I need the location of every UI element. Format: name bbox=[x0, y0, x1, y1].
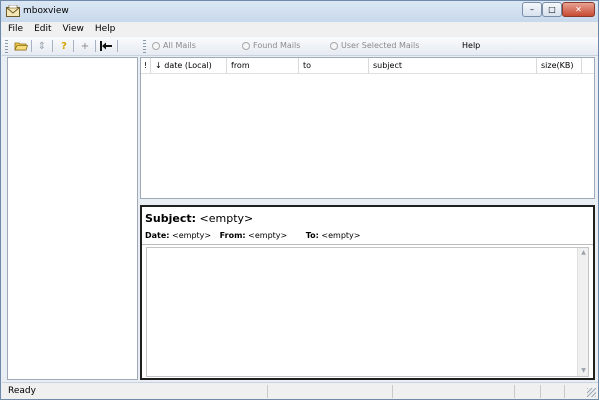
toolbar-grip-icon[interactable] bbox=[143, 40, 146, 53]
vertical-scrollbar[interactable]: ▲ ▼ bbox=[577, 248, 588, 376]
about-button[interactable]: ? bbox=[57, 39, 71, 53]
radio-user-selected-mails[interactable]: User Selected Mails bbox=[330, 41, 419, 50]
status-bar: Ready bbox=[2, 382, 598, 399]
status-pane bbox=[392, 385, 393, 398]
maximize-button[interactable]: □ bbox=[542, 2, 562, 17]
date-label: Date: bbox=[145, 231, 170, 240]
to-value: <empty> bbox=[321, 231, 361, 240]
title-bar[interactable]: mboxview – □ ✕ bbox=[1, 1, 598, 22]
message-body[interactable]: ▲ ▼ bbox=[146, 247, 589, 377]
open-folder-button[interactable] bbox=[14, 39, 28, 53]
list-header: ! ↓ date (Local) from to subject size(KB… bbox=[141, 58, 594, 74]
radio-all-mails-label: All Mails bbox=[163, 41, 196, 50]
menu-file[interactable]: File bbox=[3, 24, 28, 34]
arrow-to-left-icon bbox=[100, 41, 112, 51]
status-pane bbox=[564, 385, 565, 398]
radio-all-mails[interactable]: All Mails bbox=[152, 41, 196, 50]
subject-value: <empty> bbox=[199, 212, 254, 225]
toolbar-separator bbox=[73, 40, 74, 52]
refresh-button[interactable]: ⇕ bbox=[35, 39, 49, 53]
scroll-down-icon[interactable]: ▼ bbox=[578, 366, 589, 376]
mail-app-icon bbox=[6, 5, 20, 17]
collapse-button[interactable] bbox=[99, 39, 113, 53]
to-label: To: bbox=[305, 231, 319, 240]
radio-circle-icon bbox=[330, 41, 338, 50]
toolbar-separator bbox=[31, 40, 32, 52]
column-header-date[interactable]: ↓ date (Local) bbox=[151, 58, 227, 73]
app-window: mboxview – □ ✕ File Edit View Help ⇕ ? + bbox=[0, 0, 599, 400]
radio-found-mails[interactable]: Found Mails bbox=[242, 41, 300, 50]
preview-header: Subject: <empty> Date: <empty> From: <em… bbox=[142, 207, 593, 245]
from-value: <empty> bbox=[248, 231, 288, 240]
status-pane bbox=[267, 385, 268, 398]
radio-circle-icon bbox=[152, 41, 160, 50]
refresh-icon: ⇕ bbox=[37, 40, 47, 52]
toolbar-separator bbox=[117, 40, 118, 52]
meta-row: Date: <empty> From: <empty> To: <empty> bbox=[145, 231, 361, 240]
radio-user-selected-label: User Selected Mails bbox=[341, 41, 420, 50]
toolbar-separator bbox=[52, 40, 53, 52]
column-header-flag[interactable]: ! bbox=[141, 58, 151, 73]
open-folder-icon bbox=[14, 42, 28, 51]
menu-help[interactable]: Help bbox=[90, 24, 121, 34]
status-pane bbox=[540, 385, 541, 398]
status-pane bbox=[514, 385, 515, 398]
status-text: Ready bbox=[8, 386, 36, 396]
radio-circle-icon bbox=[242, 41, 250, 50]
add-button[interactable]: + bbox=[78, 39, 92, 53]
from-label: From: bbox=[219, 231, 246, 240]
column-header-from[interactable]: from bbox=[227, 58, 299, 73]
toolbar: ⇕ ? + All Mails Found Mails User Selecte… bbox=[2, 37, 598, 56]
question-icon: ? bbox=[61, 40, 67, 52]
toolbar-grip-icon[interactable] bbox=[5, 40, 8, 53]
mail-list[interactable]: ! ↓ date (Local) from to subject size(KB… bbox=[140, 57, 595, 199]
minimize-button[interactable]: – bbox=[522, 2, 542, 17]
radio-found-mails-label: Found Mails bbox=[253, 41, 301, 50]
message-preview: Subject: <empty> Date: <empty> From: <em… bbox=[140, 205, 595, 380]
menu-view[interactable]: View bbox=[58, 24, 89, 34]
column-header-to[interactable]: to bbox=[299, 58, 369, 73]
column-header-size[interactable]: size(KB) bbox=[537, 58, 582, 73]
menu-bar: File Edit View Help bbox=[2, 22, 598, 36]
date-value: <empty> bbox=[172, 231, 212, 240]
mailbox-tree-panel[interactable] bbox=[7, 57, 138, 380]
toolbar-separator bbox=[95, 40, 96, 52]
column-header-subject[interactable]: subject bbox=[369, 58, 537, 73]
help-button[interactable]: Help bbox=[462, 41, 480, 50]
close-button[interactable]: ✕ bbox=[562, 2, 595, 17]
scroll-up-icon[interactable]: ▲ bbox=[578, 248, 589, 258]
window-title: mboxview bbox=[23, 6, 69, 16]
plus-icon: + bbox=[80, 40, 90, 52]
subject-label: Subject: bbox=[145, 212, 197, 225]
subject-row: Subject: <empty> bbox=[145, 212, 253, 225]
resize-grip-icon[interactable] bbox=[587, 388, 596, 397]
menu-edit[interactable]: Edit bbox=[29, 24, 56, 34]
